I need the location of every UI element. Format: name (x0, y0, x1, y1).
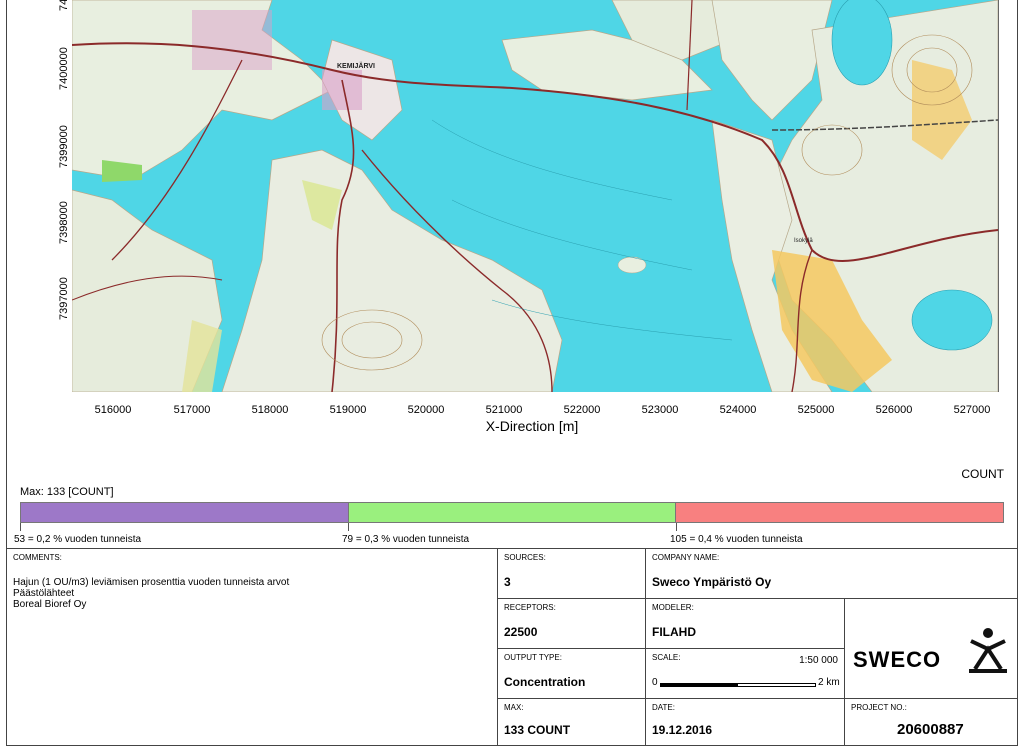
y-tick-label: 7399000 (58, 125, 70, 168)
legend-unit-label: COUNT (961, 467, 1004, 481)
logo-cell: SWECO (844, 598, 1018, 699)
output-type-value: Concentration (504, 675, 586, 689)
x-tick-label: 522000 (563, 404, 601, 416)
x-tick-label: 524000 (719, 404, 757, 416)
comments-line: Boreal Bioref Oy (13, 599, 87, 610)
legend-break-label: 53 = 0,2 % vuoden tunneista (14, 534, 142, 545)
comments-line: Hajun (1 OU/m3) leviämisen prosenttia vu… (13, 577, 290, 588)
x-tick-label: 521000 (485, 404, 523, 416)
color-legend-bar (20, 502, 1004, 523)
legend-break-label: 105 = 0,4 % vuoden tunneista (670, 534, 803, 545)
project-value: 20600887 (897, 721, 964, 738)
sweco-logo-text: SWECO (853, 647, 942, 672)
x-tick-label: 525000 (797, 404, 835, 416)
x-tick-label: 520000 (407, 404, 445, 416)
scale-cell: SCALE: 1:50 000 0 2 km (645, 648, 845, 699)
x-tick-label: 526000 (875, 404, 913, 416)
place-label-kemijarvi: KEMIJÄRVI (337, 62, 375, 70)
x-axis-title: X-Direction [m] (485, 418, 579, 434)
y-tick-label: 7398000 (58, 201, 70, 244)
x-tick-label: 517000 (173, 404, 211, 416)
legend-swatch-red (676, 503, 1004, 522)
modeler-value: FILAHD (652, 625, 696, 639)
legend-break-label: 79 = 0,3 % vuoden tunneista (342, 534, 470, 545)
modeler-cell: MODELER: FILAHD (645, 598, 845, 649)
date-value: 19.12.2016 (652, 723, 713, 737)
legend-tick (676, 523, 677, 531)
comments-caption: COMMENTS: (13, 553, 62, 562)
x-tick-label: 527000 (953, 404, 991, 416)
project-caption: PROJECT NO.: (851, 703, 907, 712)
receptors-caption: RECEPTORS: (504, 603, 556, 612)
x-tick-label: 516000 (94, 404, 132, 416)
max-cell: MAX: 133 COUNT (497, 698, 646, 746)
scale-bar (660, 683, 816, 687)
company-caption: COMPANY NAME: (652, 553, 720, 562)
modeler-caption: MODELER: (652, 603, 694, 612)
x-tick-label: 519000 (329, 404, 367, 416)
scale-bar-start: 0 (652, 677, 658, 688)
x-tick-label: 523000 (641, 404, 679, 416)
scale-caption: SCALE: (652, 653, 681, 662)
output-type-cell: OUTPUT TYPE: Concentration (497, 648, 646, 699)
receptors-value: 22500 (504, 625, 538, 639)
map-area[interactable]: KEMIJÄRVI Isokylä (72, 0, 999, 392)
place-label-isokyla: Isokylä (794, 238, 813, 244)
date-cell: DATE: 19.12.2016 (645, 698, 845, 746)
sources-value: 3 (504, 575, 511, 589)
company-value: Sweco Ympäristö Oy (652, 575, 772, 589)
company-cell: COMPANY NAME: Sweco Ympäristö Oy (645, 548, 1018, 599)
legend-swatch-green (348, 503, 677, 522)
y-tick-label: 740 (58, 0, 70, 11)
comments-line: Päästölähteet (13, 588, 75, 599)
comments-box: COMMENTS: Hajun (1 OU/m3) leviämisen pro… (6, 548, 498, 746)
sources-cell: SOURCES: 3 (497, 548, 646, 599)
y-tick-label: 7397000 (58, 277, 70, 320)
scale-value: 1:50 000 (799, 655, 838, 666)
receptors-cell: RECEPTORS: 22500 (497, 598, 646, 649)
legend-tick (348, 523, 349, 531)
legend-swatch-purple (21, 503, 349, 522)
y-tick-label: 7400000 (58, 47, 70, 90)
sweco-logo-icon (969, 628, 1007, 673)
sources-caption: SOURCES: (504, 553, 546, 562)
max-caption: MAX: (504, 703, 524, 712)
map-graphic: KEMIJÄRVI Isokylä (72, 0, 998, 392)
x-tick-label: 518000 (251, 404, 289, 416)
max-value: 133 COUNT (504, 723, 571, 737)
date-caption: DATE: (652, 703, 675, 712)
project-cell: PROJECT NO.: 20600887 (844, 698, 1018, 746)
legend-max-label: Max: 133 [COUNT] (20, 486, 114, 498)
scale-bar-end: 2 km (818, 677, 840, 688)
legend-tick (20, 523, 21, 531)
output-type-caption: OUTPUT TYPE: (504, 653, 562, 662)
